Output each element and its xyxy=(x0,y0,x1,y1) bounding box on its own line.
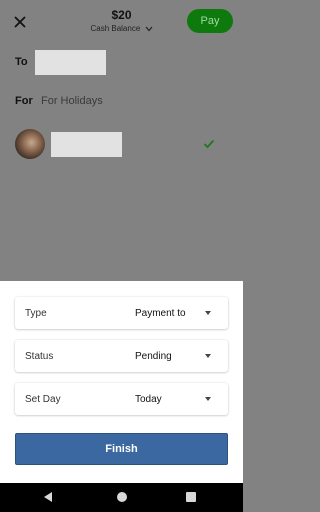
dropdown-arrow-icon xyxy=(205,397,211,401)
avatar xyxy=(15,129,45,159)
pay-button[interactable]: Pay xyxy=(187,9,233,33)
type-value: Payment to xyxy=(135,307,186,319)
dropdown-arrow-icon xyxy=(205,311,211,315)
payment-details-area: $20 Cash Balance Pay To For For Holidays xyxy=(0,0,243,281)
back-icon[interactable] xyxy=(44,492,52,502)
recipient-name[interactable] xyxy=(51,132,122,157)
finish-button[interactable]: Finish xyxy=(15,433,228,465)
type-dropdown[interactable]: Type Payment to xyxy=(15,297,228,329)
set-day-dropdown[interactable]: Set Day Today xyxy=(15,383,228,415)
status-dropdown[interactable]: Status Pending xyxy=(15,340,228,372)
balance-label: Cash Balance xyxy=(90,24,141,33)
set-day-label: Set Day xyxy=(25,393,61,405)
status-label: Status xyxy=(25,350,54,362)
recipient-input[interactable] xyxy=(35,50,106,75)
home-icon[interactable] xyxy=(117,492,127,502)
check-icon xyxy=(203,139,215,149)
recents-icon[interactable] xyxy=(186,492,196,502)
note-input[interactable]: For Holidays xyxy=(41,95,103,107)
type-label: Type xyxy=(25,307,47,319)
set-day-value: Today xyxy=(135,393,162,405)
dropdown-arrow-icon xyxy=(205,354,211,358)
system-nav-bar xyxy=(0,483,243,512)
to-label: To xyxy=(15,56,28,68)
for-label: For xyxy=(15,95,33,107)
chevron-down-icon xyxy=(145,26,152,32)
status-value: Pending xyxy=(135,350,172,362)
